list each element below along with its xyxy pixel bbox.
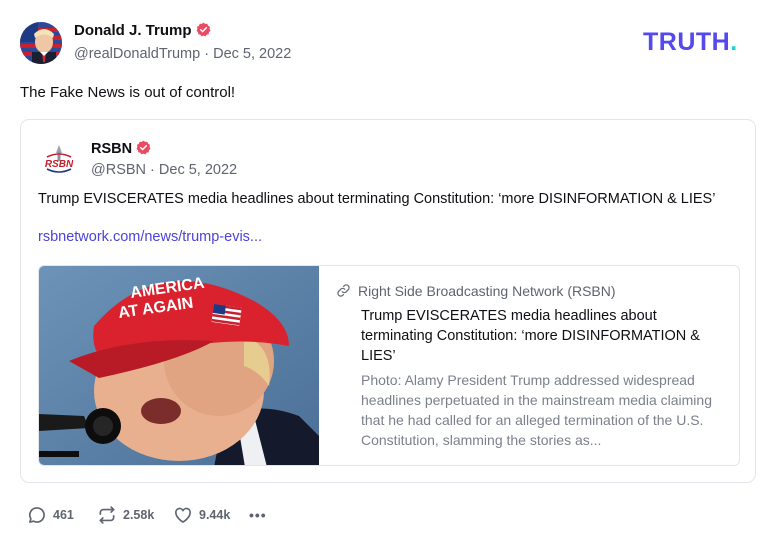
reply-icon (28, 507, 45, 523)
rsbn-logo: RSBN (38, 140, 80, 182)
reply-button[interactable]: 461 (27, 505, 97, 525)
link-preview-image[interactable]: AMERICA AT AGAIN (39, 266, 319, 465)
logo-dot: . (730, 28, 738, 56)
author-avatar[interactable] (20, 22, 62, 64)
status-text: The Fake News is out of control! (20, 84, 236, 101)
post-actions: 461 2.58k 9.44k ••• (27, 503, 267, 527)
quoted-post[interactable]: RSBN RSBN @RSBN · Dec 5, 2022 Trump EVIS… (20, 119, 756, 483)
quoted-meta: @RSBN · Dec 5, 2022 (91, 162, 237, 178)
like-count: 9.44k (199, 508, 231, 522)
card-source: Right Side Broadcasting Network (RSBN) (358, 283, 616, 299)
card-description: Photo: Alamy President Trump addressed w… (361, 372, 712, 448)
author-name[interactable]: Donald J. Trump (74, 22, 192, 39)
link-preview-card[interactable]: AMERICA AT AGAIN Right Side Broadcasting… (38, 265, 740, 466)
more-options-icon[interactable]: ••• (249, 507, 267, 523)
verified-badge-icon (136, 140, 151, 155)
like-icon (175, 507, 191, 523)
verified-badge-icon (196, 22, 210, 37)
author-meta: @realDonaldTrump · Dec 5, 2022 (74, 46, 291, 62)
like-button[interactable]: 9.44k (173, 505, 249, 525)
reply-count: 461 (53, 508, 74, 522)
post-date[interactable]: Dec 5, 2022 (213, 46, 291, 62)
meta-separator: · (150, 162, 155, 178)
author-name-row[interactable]: Donald J. Trump (74, 22, 211, 39)
retruth-icon (99, 506, 115, 524)
quoted-text: Trump EVISCERATES media headlines about … (38, 191, 716, 207)
meta-separator: · (204, 46, 210, 62)
truth-post: Donald J. Trump @realDonaldTrump · Dec 5… (0, 0, 777, 545)
quoted-author-name-row[interactable]: RSBN (91, 140, 151, 157)
link-icon (337, 284, 350, 297)
retruth-button[interactable]: 2.58k (97, 505, 173, 525)
card-source-row[interactable]: Right Side Broadcasting Network (RSBN) (336, 283, 616, 299)
truth-logo: TRUTH. (643, 28, 738, 57)
quoted-link[interactable]: rsbnetwork.com/news/trump-evis... (38, 229, 262, 245)
quoted-handle[interactable]: @RSBN (91, 162, 146, 178)
quoted-author-avatar[interactable]: RSBN (38, 140, 80, 182)
rsbn-logo-text: RSBN (45, 159, 74, 170)
quoted-author-name[interactable]: RSBN (91, 141, 132, 157)
author-handle[interactable]: @realDonaldTrump (74, 46, 200, 62)
avatar-image (20, 22, 62, 64)
card-title[interactable]: Trump EVISCERATES media headlines about … (361, 306, 721, 366)
retruth-count: 2.58k (123, 508, 155, 522)
preview-photo: AMERICA AT AGAIN (39, 266, 319, 465)
logo-text: TRUTH (643, 28, 731, 56)
quoted-date[interactable]: Dec 5, 2022 (159, 162, 237, 178)
